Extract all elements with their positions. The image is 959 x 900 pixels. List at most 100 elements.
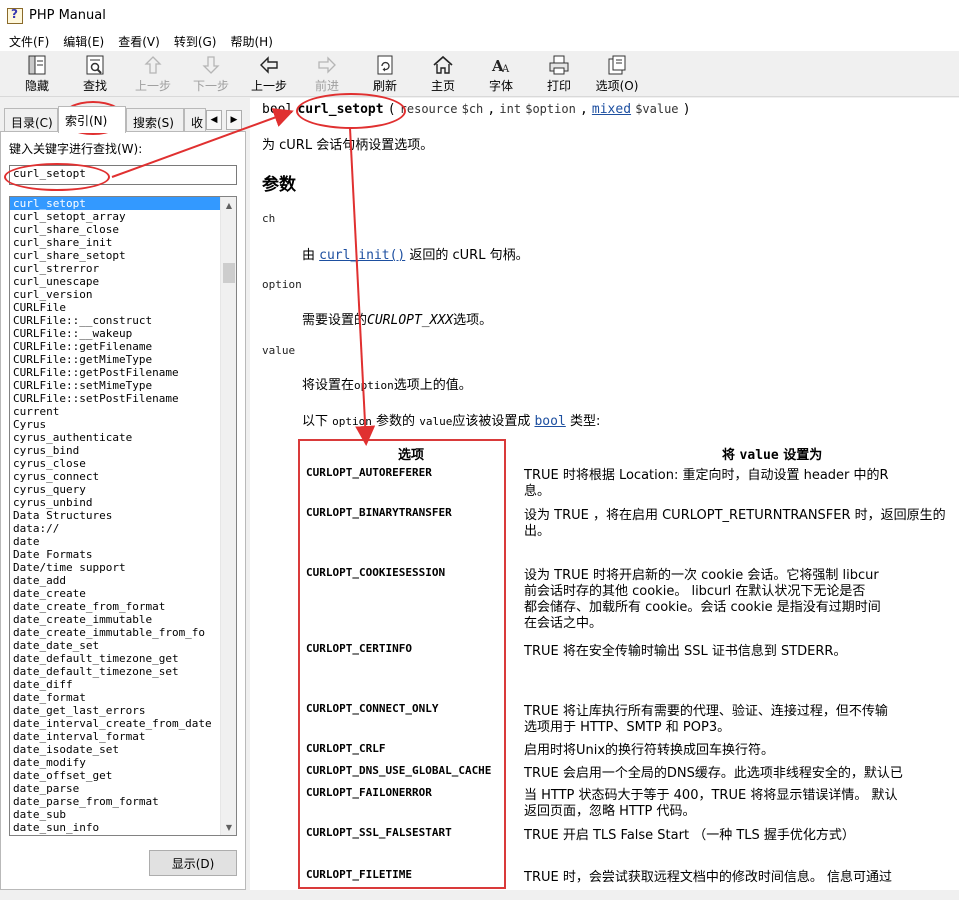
refresh-button[interactable]: 刷新: [356, 51, 414, 95]
tab-scroll-right-button[interactable]: ▶: [226, 110, 242, 130]
index-list-item[interactable]: CURLFile::getPostFilename: [10, 366, 221, 379]
index-list-item[interactable]: curl_setopt_array: [10, 210, 221, 223]
index-list-item[interactable]: curl_share_setopt: [10, 249, 221, 262]
scroll-up-icon[interactable]: ▲: [221, 197, 236, 213]
tab-index[interactable]: 索引(N): [58, 106, 126, 133]
index-list-item[interactable]: CURLFile::__construct: [10, 314, 221, 327]
font-button[interactable]: AA 字体: [472, 51, 530, 95]
index-list-item[interactable]: Date Formats: [10, 548, 221, 561]
home-icon: [431, 54, 455, 76]
index-list[interactable]: curl_setopt curl_setopt_array curl_share_c…: [9, 196, 237, 836]
index-list-item[interactable]: curl_share_close: [10, 223, 221, 236]
scroll-down-icon[interactable]: ▼: [221, 819, 236, 835]
menu-help[interactable]: 帮助(H): [223, 33, 279, 50]
highlight-function-name: [296, 93, 406, 129]
index-list-item[interactable]: date_create_from_format: [10, 600, 221, 613]
index-panel: 键入关键字进行查找(W): curl_setopt curl_setopt cur…: [0, 131, 246, 890]
index-list-item[interactable]: CURLFile::getFilename: [10, 340, 221, 353]
menu-view[interactable]: 查看(V): [111, 33, 167, 50]
index-list-item[interactable]: date_format: [10, 691, 221, 704]
menu-goto[interactable]: 转到(G): [167, 33, 224, 50]
index-list-scrollbar[interactable]: ▲ ▼: [220, 197, 236, 835]
index-list-item[interactable]: date_default_timezone_get: [10, 652, 221, 665]
index-list-item[interactable]: curl_setopt: [10, 197, 221, 210]
forward-button[interactable]: 前进: [298, 51, 356, 95]
caret-left-icon: ◀: [210, 115, 218, 125]
find-button[interactable]: 查找: [66, 51, 124, 95]
index-list-item[interactable]: date_isodate_set: [10, 743, 221, 756]
index-list-item[interactable]: date_interval_create_from_date: [10, 717, 221, 730]
index-list-item[interactable]: CURLFile::setPostFilename: [10, 392, 221, 405]
refresh-icon: [373, 54, 397, 76]
tab-favorites[interactable]: 收: [184, 108, 206, 132]
index-list-item[interactable]: date_offset_get: [10, 769, 221, 782]
index-list-item[interactable]: cyrus_close: [10, 457, 221, 470]
option-description: TRUE 开启 TLS False Start （一种 TLS 握手优化方式）: [524, 828, 855, 843]
prev-topic-button[interactable]: 上一步: [124, 51, 182, 95]
print-button[interactable]: 打印: [530, 51, 588, 95]
index-list-item[interactable]: date_create_immutable: [10, 613, 221, 626]
index-list-item[interactable]: date_create_immutable_from_fo: [10, 626, 221, 639]
hide-button[interactable]: 隐藏: [8, 51, 66, 95]
index-list-item[interactable]: CURLFile::__wakeup: [10, 327, 221, 340]
index-list-item[interactable]: cyrus_unbind: [10, 496, 221, 509]
param-desc-ch: 由 curl_init() 返回的 cURL 句柄。: [302, 248, 529, 263]
back-button[interactable]: 上一步: [240, 51, 298, 95]
back-icon: [257, 54, 281, 76]
index-list-item[interactable]: curl_version: [10, 288, 221, 301]
index-list-item[interactable]: CURLFile::setMimeType: [10, 379, 221, 392]
bool-type-link[interactable]: bool: [534, 414, 565, 429]
index-list-item[interactable]: cyrus_authenticate: [10, 431, 221, 444]
index-list-item[interactable]: Cyrus: [10, 418, 221, 431]
index-list-item[interactable]: date: [10, 535, 221, 548]
help-app-icon: [7, 7, 23, 24]
caret-right-icon: ▶: [230, 115, 238, 125]
index-list-item[interactable]: CURLFile::getMimeType: [10, 353, 221, 366]
next-topic-button[interactable]: 下一步: [182, 51, 240, 95]
index-list-item[interactable]: date_sub: [10, 808, 221, 821]
index-list-item[interactable]: curl_share_init: [10, 236, 221, 249]
index-list-item[interactable]: cyrus_connect: [10, 470, 221, 483]
index-list-item[interactable]: date_add: [10, 574, 221, 587]
curl-init-link[interactable]: curl_init(): [319, 248, 405, 263]
tab-contents[interactable]: 目录(C): [4, 108, 58, 132]
option-description: TRUE 时，会尝试获取远程文档中的修改时间信息。 信息可通过: [524, 870, 892, 885]
highlight-keyword-input: [4, 163, 110, 191]
index-list-item[interactable]: date_parse_from_format: [10, 795, 221, 808]
menu-bar: 文件(F) 编辑(E) 查看(V) 转到(G) 帮助(H): [0, 31, 959, 51]
index-list-item[interactable]: CURLFile: [10, 301, 221, 314]
index-list-item[interactable]: date_sun_info: [10, 821, 221, 834]
menu-edit[interactable]: 编辑(E): [56, 33, 111, 50]
tab-search[interactable]: 搜索(S): [126, 108, 184, 132]
index-list-item[interactable]: date_interval_format: [10, 730, 221, 743]
param-name-option: option: [262, 278, 302, 291]
index-list-item[interactable]: data://: [10, 522, 221, 535]
index-list-item[interactable]: date_diff: [10, 678, 221, 691]
index-list-item[interactable]: cyrus_bind: [10, 444, 221, 457]
index-list-item[interactable]: date_default_timezone_set: [10, 665, 221, 678]
scrollbar-thumb[interactable]: [223, 263, 235, 283]
index-list-items: curl_setopt curl_setopt_array curl_share_c…: [10, 197, 221, 835]
option-description: 启用时将Unix的换行符转换成回车换行符。: [524, 743, 775, 758]
option-description: TRUE 时将根据 Location: 重定向时，自动设置 header 中的R…: [524, 468, 889, 499]
index-list-item[interactable]: Date/time support: [10, 561, 221, 574]
svg-text:A: A: [501, 64, 510, 75]
index-list-item[interactable]: current: [10, 405, 221, 418]
index-list-item[interactable]: date_modify: [10, 756, 221, 769]
keyword-label: 键入关键字进行查找(W):: [9, 142, 143, 156]
index-list-item[interactable]: curl_strerror: [10, 262, 221, 275]
options-button[interactable]: 选项(O): [588, 51, 646, 95]
index-list-item[interactable]: date_get_last_errors: [10, 704, 221, 717]
index-list-item[interactable]: date_parse: [10, 782, 221, 795]
menu-file[interactable]: 文件(F): [2, 33, 56, 50]
navigation-pane: 目录(C) 索引(N) 搜索(S) 收 ◀ ▶ 键入关键字进行查找(W): cu…: [0, 98, 246, 890]
index-list-item[interactable]: Data Structures: [10, 509, 221, 522]
mixed-type-link[interactable]: mixed: [592, 102, 631, 117]
home-button[interactable]: 主页: [414, 51, 472, 95]
index-list-item[interactable]: cyrus_query: [10, 483, 221, 496]
index-list-item[interactable]: curl_unescape: [10, 275, 221, 288]
index-list-item[interactable]: date_date_set: [10, 639, 221, 652]
index-list-item[interactable]: date_create: [10, 587, 221, 600]
tab-scroll-left-button[interactable]: ◀: [206, 110, 222, 130]
display-button[interactable]: 显示(D): [149, 850, 237, 876]
